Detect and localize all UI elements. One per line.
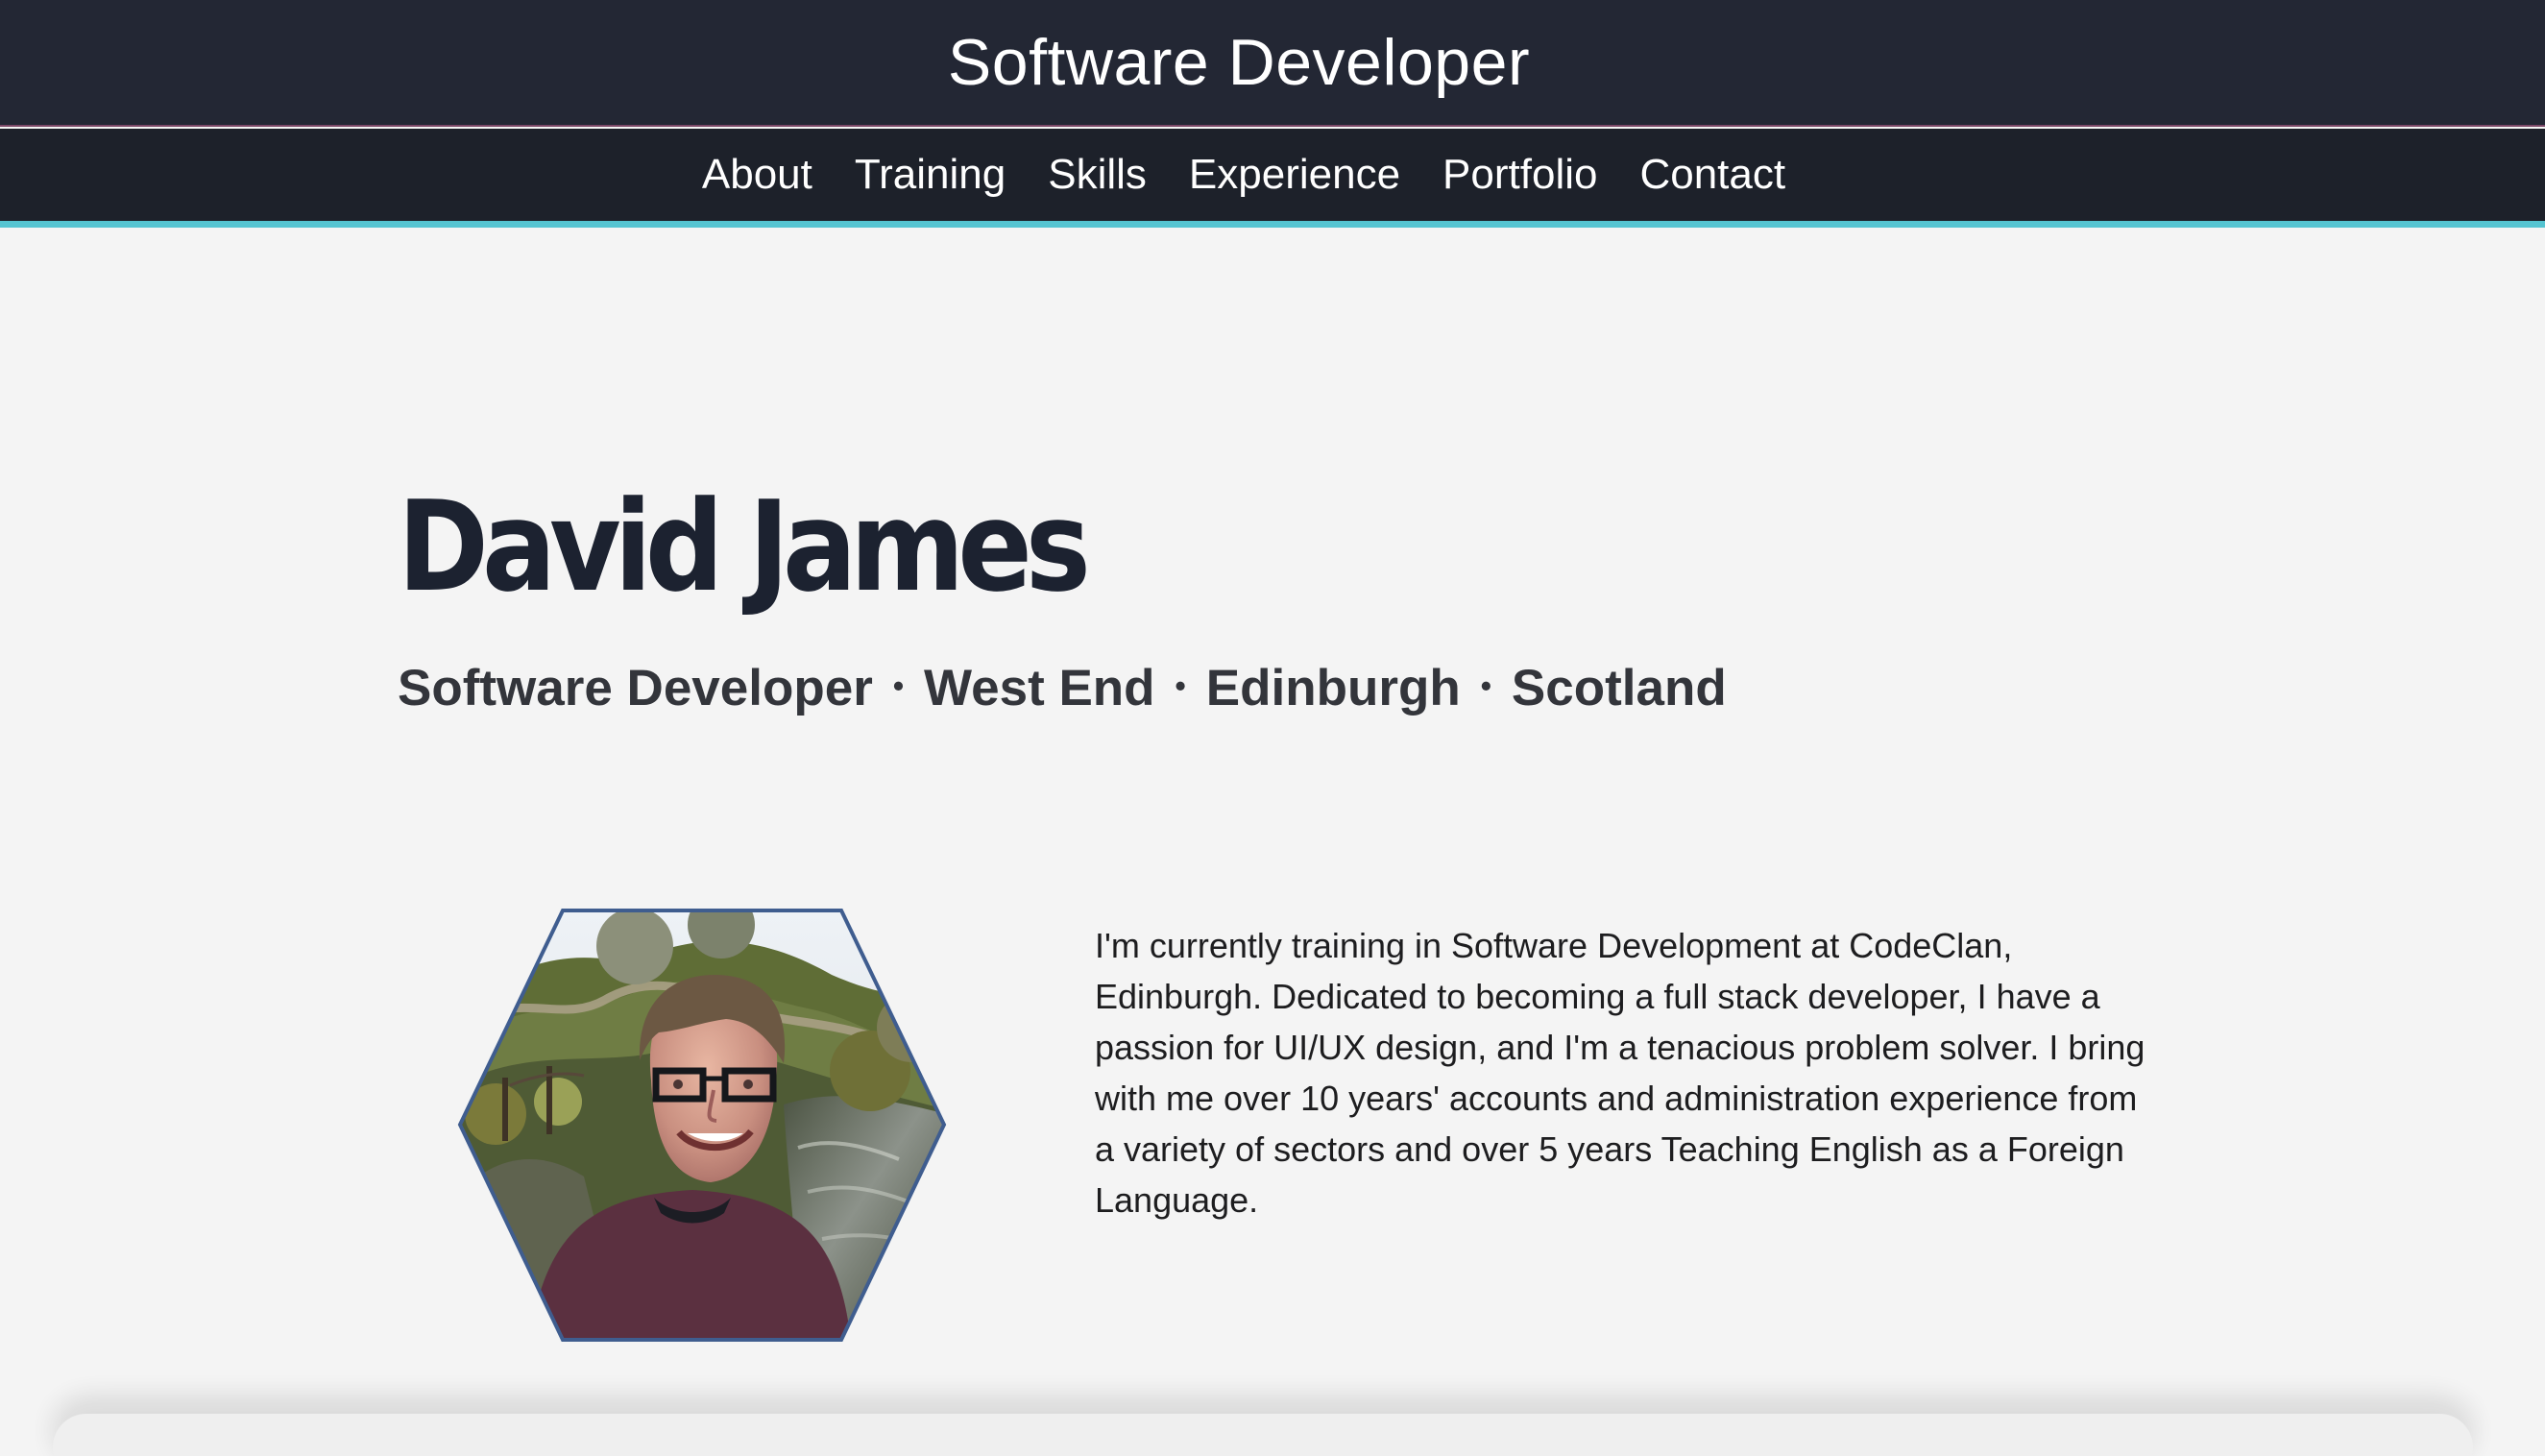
next-section-card-shadow [53,1414,2473,1456]
nav-link-contact[interactable]: Contact [1639,154,1785,196]
subtitle-role: Software Developer [398,660,873,716]
site-title: Software Developer [947,26,1531,99]
nav-link-about[interactable]: About [702,154,812,196]
subtitle-area: West End [924,660,1155,716]
subtitle-city: Edinburgh [1205,660,1461,716]
subtitle-separator-3: • [1480,667,1491,703]
nav-link-portfolio[interactable]: Portfolio [1442,154,1597,196]
profile-subtitle: Software Developer • West End • Edinburg… [398,663,1727,714]
site-header: Software Developer [0,0,2545,127]
profile-photo [457,909,947,1342]
portfolio-page: Software Developer About Training Skills… [0,0,2545,1456]
subtitle-separator-1: • [892,667,905,703]
subtitle-separator-2: • [1175,667,1186,703]
main-navigation: About Training Skills Experience Portfol… [0,129,2545,228]
nav-link-training[interactable]: Training [855,154,1006,196]
subtitle-country: Scotland [1511,660,1727,716]
profile-name: David James [398,473,1091,619]
about-bio: I'm currently training in Software Devel… [1095,926,2145,1220]
nav-link-skills[interactable]: Skills [1048,154,1147,196]
nav-link-experience[interactable]: Experience [1189,154,1400,196]
